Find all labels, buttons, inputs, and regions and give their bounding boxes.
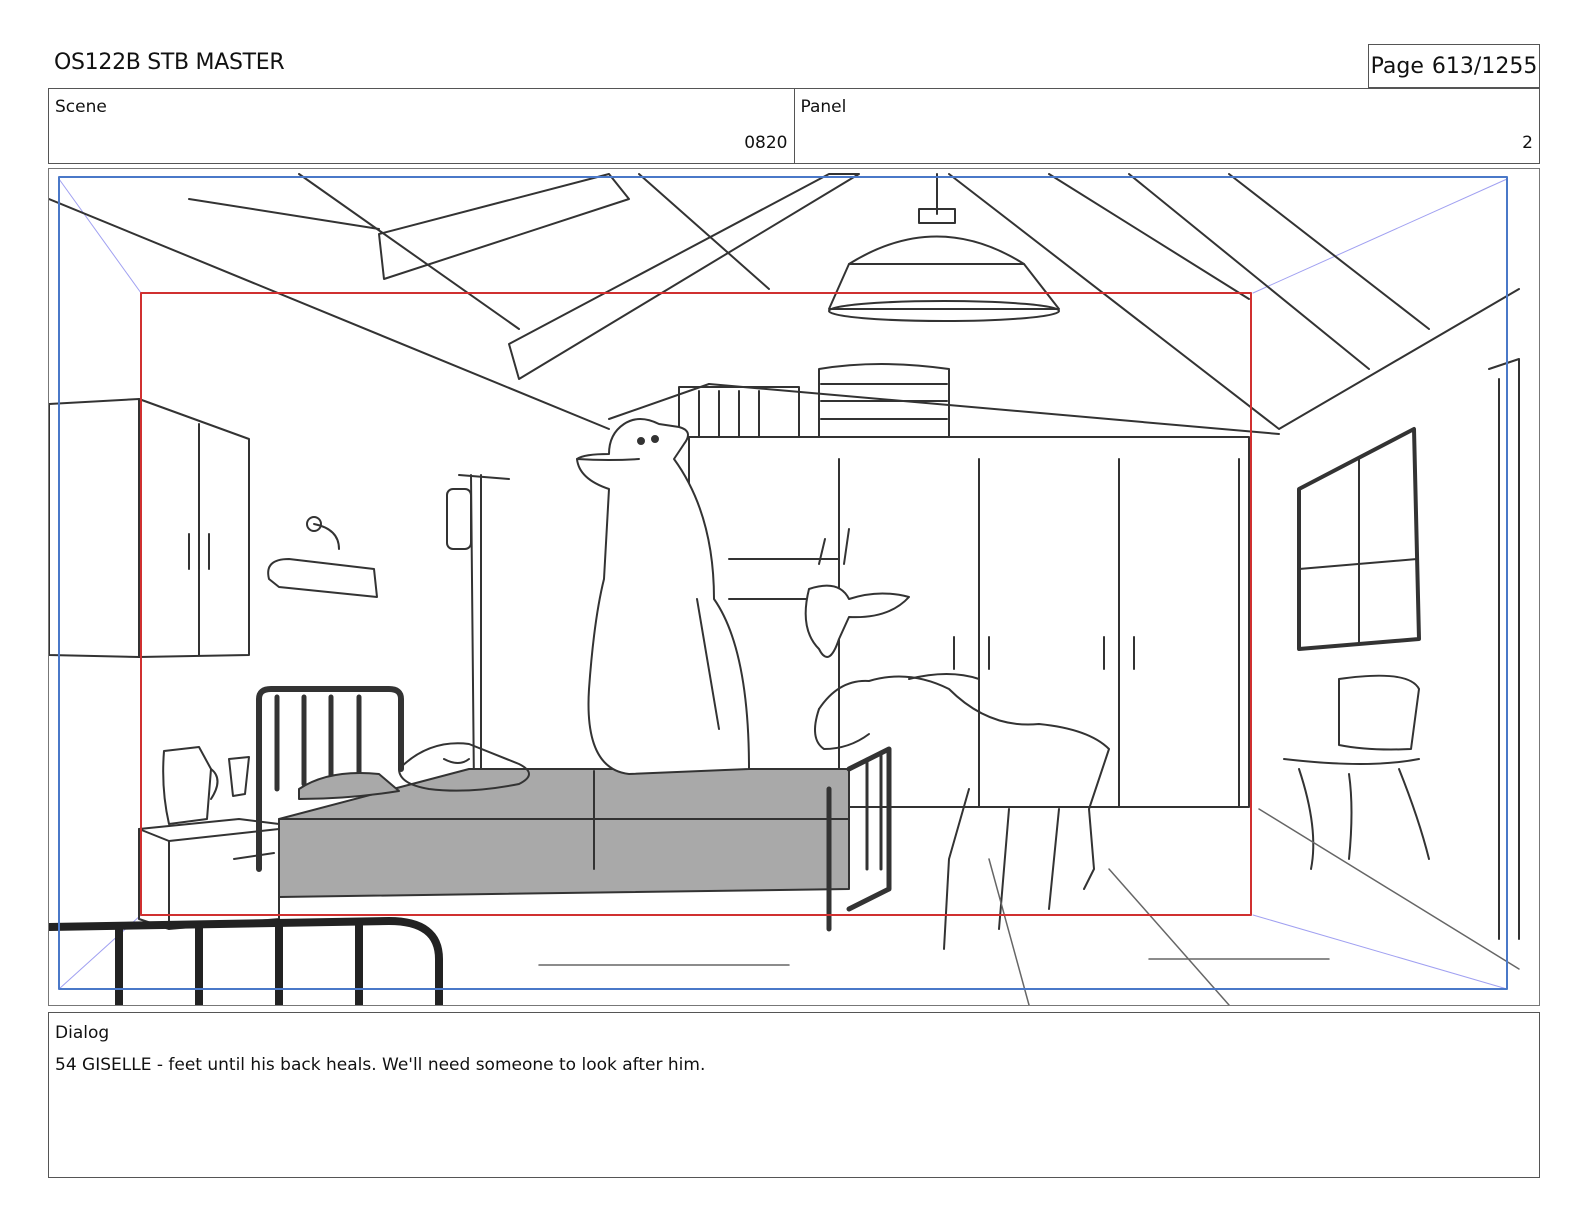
scene-cell: Scene 0820 [49,89,794,163]
scene-value: 0820 [744,133,788,153]
scene-label: Scene [55,97,107,117]
wall-lamp [267,516,378,598]
scene-panel-info: Scene 0820 Panel 2 [48,88,1540,164]
roof-rafters [49,173,1520,435]
dialog-label: Dialog [55,1023,110,1043]
chair [1283,674,1430,870]
iv-stand [446,474,510,790]
storyboard-panel [48,168,1540,1006]
deer-characters [804,528,1110,950]
page-label: Page [1370,53,1424,79]
bear-character [576,418,750,775]
panel-label: Panel [800,97,847,117]
wardrobe [678,363,1250,808]
page-number: 613/1255 [1431,53,1538,79]
water-pitcher [162,746,250,825]
page-indicator: Page 613/1255 [1368,44,1540,88]
ceiling-lamp [828,173,1060,322]
hospital-bed [256,686,892,932]
foreground-bed-frame [49,917,443,1005]
panel-cell: Panel 2 [793,89,1540,163]
dialog-box: Dialog 54 GISELLE - feet until his back … [48,1012,1540,1178]
window [1297,427,1421,651]
document-title: OS122B STB MASTER [54,50,285,75]
panel-value: 2 [1522,133,1533,153]
dialog-text: 54 GISELLE - feet until his back heals. … [55,1055,706,1075]
wall-cabinet [49,398,250,658]
doorframe [1488,358,1520,940]
storyboard-sketch [49,173,1520,1005]
